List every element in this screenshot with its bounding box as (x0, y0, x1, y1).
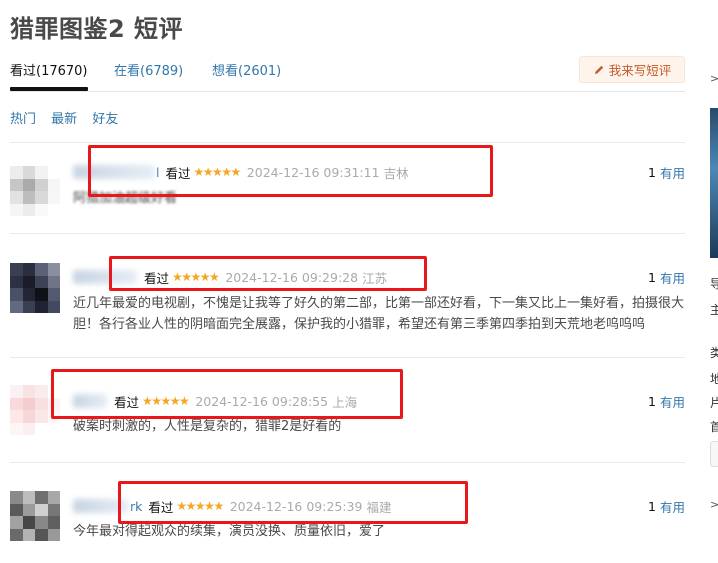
page-title: 猎罪图鉴2 短评 (10, 15, 184, 43)
comment-location: 福建 (366, 499, 392, 515)
username[interactable] (73, 394, 107, 408)
comment-content: 破案时刺激的，人性是复杂的，猎罪2是好看的 (73, 419, 342, 434)
watch-status: 看过 (144, 270, 170, 286)
rating-stars: ★★★★★ (172, 270, 220, 284)
sort-subtabs: 热门 最新 好友 (10, 108, 129, 127)
comment-content: 阿猎加油超级好看 (73, 191, 178, 206)
comment-location: 上海 (332, 394, 358, 410)
sidebar-text: 首 (710, 420, 718, 434)
comment-time: 2024-12-16 09:28:55 (195, 393, 329, 409)
useful-vote[interactable]: 1 有用 (648, 267, 685, 287)
useful-count: 1 (648, 498, 656, 514)
avatar[interactable] (10, 166, 60, 216)
right-sidebar: > 导 主 类 地 片 首 > (708, 0, 718, 563)
tab-want[interactable]: 想看(2601) (212, 60, 281, 79)
write-review-label: 我来写短评 (608, 63, 672, 78)
sidebar-text: 主 (710, 303, 718, 317)
useful-label: 有用 (659, 165, 685, 181)
watch-status: 看过 (148, 499, 174, 515)
divider (10, 357, 685, 358)
comment-time: 2024-12-16 09:31:11 (246, 164, 380, 180)
useful-label: 有用 (659, 394, 685, 410)
useful-count: 1 (648, 393, 656, 409)
avatar[interactable] (10, 385, 60, 435)
subtab-latest[interactable]: 最新 (51, 112, 77, 127)
comment-item: 看过 ★★★★★ 2024-12-16 09:29:28 江苏 1 有用 近几年… (10, 263, 685, 337)
rating-stars: ★★★★★ (142, 394, 190, 408)
comment-content: 近几年最爱的电视剧，不愧是让我等了好久的第二部，比第一部还好看，下一集又比上一集… (73, 296, 685, 332)
useful-vote[interactable]: 1 有用 (648, 391, 685, 411)
divider (10, 462, 685, 463)
username[interactable] (73, 270, 137, 284)
username-tail[interactable]: rk (130, 499, 142, 514)
useful-vote[interactable]: 1 有用 (648, 496, 685, 516)
avatar[interactable] (10, 491, 60, 541)
watch-status: 看过 (165, 165, 191, 181)
comment-meta: rk 看过 ★★★★★ 2024-12-16 09:25:39 福建 (73, 496, 391, 516)
rating-stars: ★★★★★ (176, 499, 224, 513)
comment-time: 2024-12-16 09:25:39 (229, 498, 363, 514)
comment-location: 吉林 (383, 165, 409, 181)
useful-count: 1 (648, 164, 656, 180)
watch-status: 看过 (114, 394, 140, 410)
username[interactable] (73, 165, 155, 179)
sidebar-text: 导 (710, 277, 718, 291)
write-review-button[interactable]: 我来写短评 (579, 56, 685, 83)
tab-watching[interactable]: 在看(6789) (114, 60, 183, 79)
sidebar-text: 片 (710, 396, 718, 410)
divider (10, 142, 685, 143)
useful-count: 1 (648, 269, 656, 285)
pencil-icon (594, 65, 603, 74)
comment-location: 江苏 (362, 270, 388, 286)
sidebar-text: 地 (710, 372, 718, 386)
sidebar-button[interactable] (710, 441, 718, 467)
comment-meta: 看过 ★★★★★ 2024-12-16 09:29:28 江苏 (73, 267, 387, 287)
comment-item: l 看过 ★★★★★ 2024-12-16 09:31:11 吉林 1 有用 阿… (10, 162, 685, 222)
avatar[interactable] (10, 263, 60, 313)
useful-label: 有用 (659, 499, 685, 515)
username[interactable] (73, 499, 129, 513)
poster-image[interactable] (710, 108, 718, 258)
comment-item: 看过 ★★★★★ 2024-12-16 09:28:55 上海 1 有用 破案时… (10, 385, 685, 441)
username-tail[interactable]: l (156, 165, 159, 180)
comment-content: 今年最对得起观众的续集，演员没换、质量依旧，爱了 (73, 524, 386, 539)
divider (10, 233, 685, 234)
comment-meta: 看过 ★★★★★ 2024-12-16 09:28:55 上海 (73, 391, 357, 411)
more-arrow[interactable]: > (710, 72, 718, 85)
comment-item: rk 看过 ★★★★★ 2024-12-16 09:25:39 福建 1 有用 … (10, 491, 685, 546)
comment-meta: l 看过 ★★★★★ 2024-12-16 09:31:11 吉林 (73, 162, 409, 182)
useful-label: 有用 (659, 270, 685, 286)
comment-time: 2024-12-16 09:29:28 (225, 269, 359, 285)
useful-vote[interactable]: 1 有用 (648, 162, 685, 182)
tab-seen[interactable]: 看过(17670) (10, 60, 88, 91)
sidebar-text: 类 (710, 346, 718, 360)
more-arrow[interactable]: > (710, 498, 718, 511)
subtab-friends[interactable]: 好友 (92, 112, 118, 127)
subtab-hot[interactable]: 热门 (10, 112, 36, 127)
rating-stars: ★★★★★ (193, 165, 242, 179)
